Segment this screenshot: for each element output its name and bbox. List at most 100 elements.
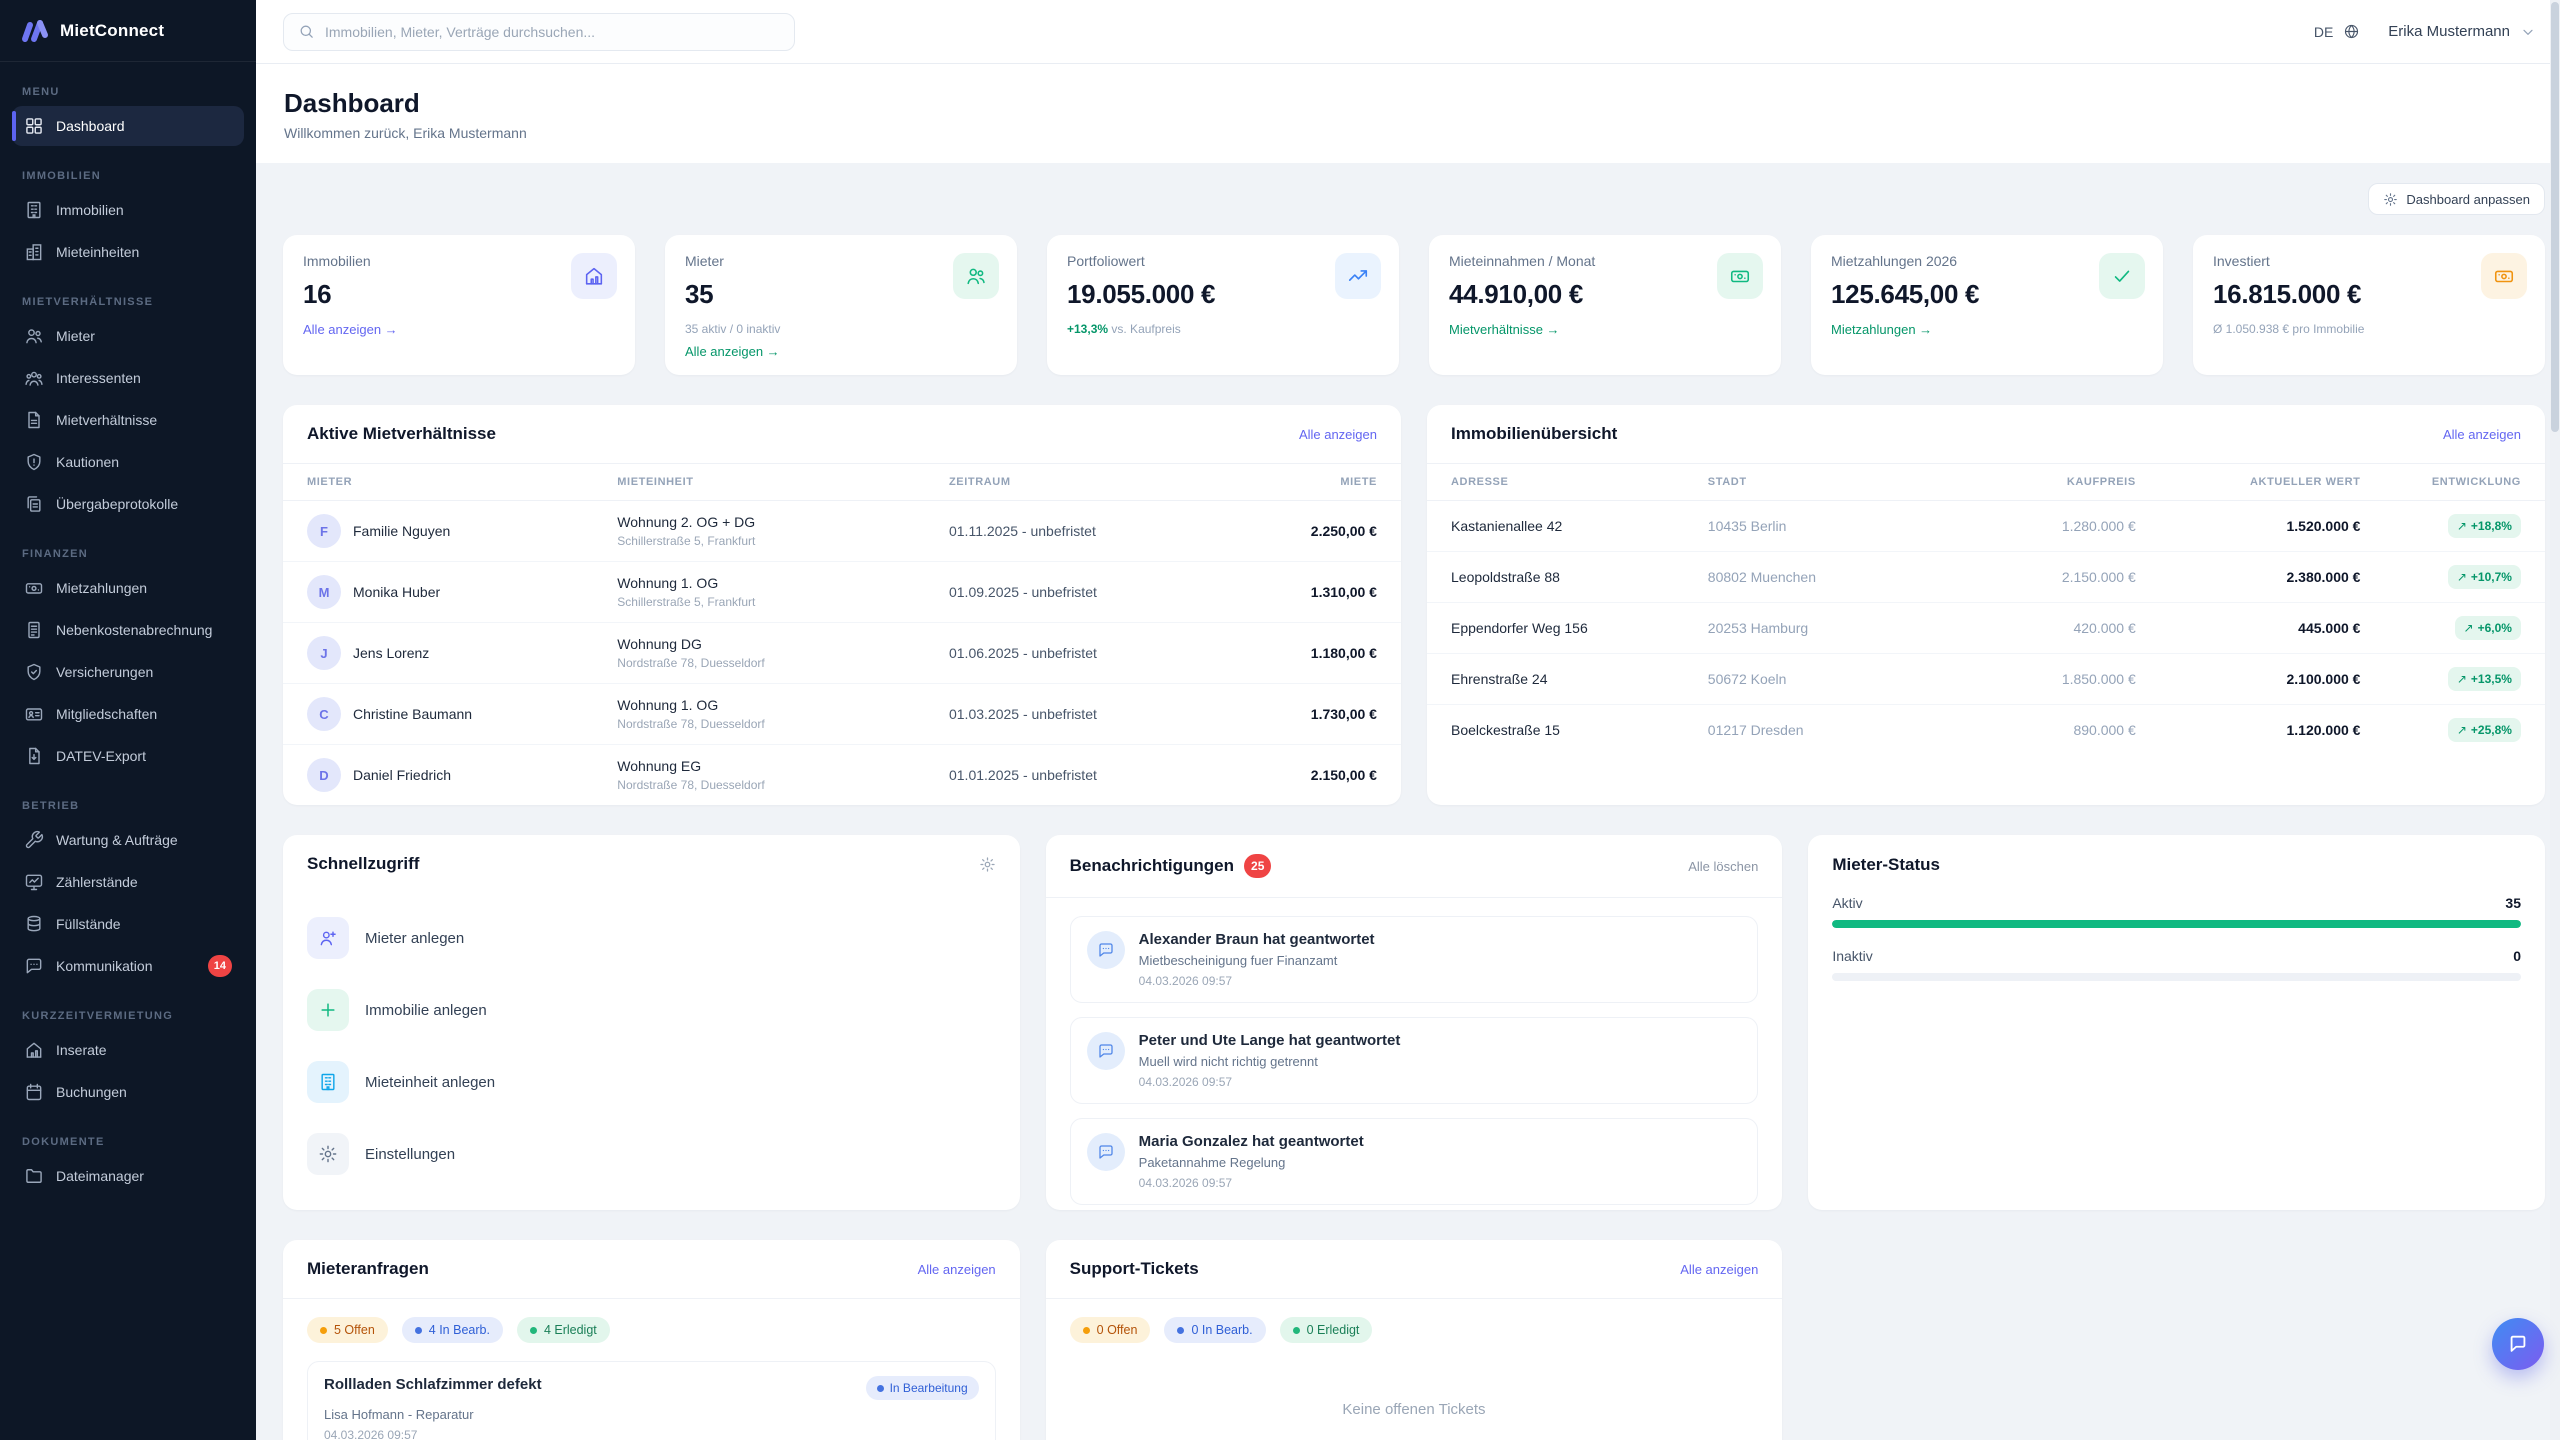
card-title: Immobilienübersicht — [1451, 424, 1617, 444]
stat-link[interactable]: Mietverhältnisse → — [1449, 322, 1761, 337]
sidebar-item-mietzahlungen[interactable]: Mietzahlungen — [12, 568, 244, 608]
sidebar-item-inserate[interactable]: Inserate — [12, 1030, 244, 1070]
tenant-requests-card: Mieteranfragen Alle anzeigen 5 Offen 4 I… — [283, 1240, 1020, 1440]
sidebar-item-datev-export[interactable]: DATEV-Export — [12, 736, 244, 776]
sidebar-item-versicherungen[interactable]: Versicherungen — [12, 652, 244, 692]
stat-link[interactable]: Mietzahlungen → — [1831, 322, 2143, 337]
buildings-icon — [24, 242, 44, 262]
stat-card-immobilien[interactable]: Immobilien 16 Alle anzeigen → — [283, 235, 635, 375]
table-row[interactable]: Boelckestraße 15 01217 Dresden 890.000 €… — [1427, 705, 2545, 755]
status-dot — [530, 1327, 537, 1334]
user-menu-name[interactable]: Erika Mustermann — [2388, 23, 2510, 40]
notification-item[interactable]: Maria Gonzalez hat geantwortet Paketanna… — [1070, 1118, 1759, 1205]
sidebar-item-label: Dashboard — [56, 118, 125, 134]
sidebar-item-dashboard[interactable]: Dashboard — [12, 106, 244, 146]
table-header-row: MIETER MIETEINHEIT ZEITRAUM MIETE — [283, 464, 1401, 501]
section-label-menu: MENU — [22, 86, 234, 98]
sidebar-item-dateimanager[interactable]: Dateimanager — [12, 1156, 244, 1196]
section-label-kurzzeitvermietung: KURZZEITVERMIETUNG — [22, 1010, 234, 1022]
page-title: Dashboard — [284, 88, 2532, 119]
gear-icon[interactable] — [979, 856, 996, 873]
stat-card-portfoliowert[interactable]: Portfoliowert 19.055.000 € +13,3% vs. Ka… — [1047, 235, 1399, 375]
clear-all-link[interactable]: Alle löschen — [1688, 859, 1758, 874]
banknote-icon — [24, 578, 44, 598]
chat-fab-button[interactable] — [2492, 1318, 2544, 1370]
show-all-link[interactable]: Alle anzeigen — [2443, 427, 2521, 442]
request-item[interactable]: Rollladen Schlafzimmer defekt In Bearbei… — [307, 1361, 996, 1440]
table-row[interactable]: CChristine Baumann Wohnung 1. OGNordstra… — [283, 684, 1401, 745]
customize-dashboard-button[interactable]: Dashboard anpassen — [2368, 183, 2545, 215]
table-header-row: ADRESSE STADT KAUFPREIS AKTUELLER WERT E… — [1427, 464, 2545, 501]
status-pill-offen: 0 Offen — [1070, 1317, 1151, 1343]
chevron-down-icon[interactable] — [2520, 24, 2536, 40]
quick-action-mieteinheit-anlegen[interactable]: Mieteinheit anlegen — [307, 1051, 996, 1113]
stat-card-investiert[interactable]: Investiert 16.815.000 € Ø 1.050.938 € pr… — [2193, 235, 2545, 375]
sidebar-item-nebenkostenabrechnung[interactable]: Nebenkostenabrechnung — [12, 610, 244, 650]
support-tickets-header: Support-Tickets Alle anzeigen — [1046, 1240, 1783, 1299]
sidebar-item-buchungen[interactable]: Buchungen — [12, 1072, 244, 1112]
customize-dashboard-label: Dashboard anpassen — [2406, 192, 2530, 207]
scrollbar[interactable] — [2550, 0, 2560, 1440]
card-title: Aktive Mietverhältnisse — [307, 424, 496, 444]
kommunikation-count-badge: 14 — [208, 955, 232, 977]
sidebar-item-mitgliedschaften[interactable]: Mitgliedschaften — [12, 694, 244, 734]
meter-chart-icon — [24, 872, 44, 892]
table-row[interactable]: MMonika Huber Wohnung 1. OGSchillerstraß… — [283, 562, 1401, 623]
notification-timestamp: 04.03.2026 09:57 — [1139, 974, 1375, 988]
sidebar-item-wartung-auftraege[interactable]: Wartung & Aufträge — [12, 820, 244, 860]
notification-item[interactable]: Alexander Braun hat geantwortet Mietbesc… — [1070, 916, 1759, 1003]
wrench-icon — [24, 830, 44, 850]
section-label-immobilien: IMMOBILIEN — [22, 170, 234, 182]
col-mieter: MIETER — [307, 476, 617, 488]
global-search[interactable] — [283, 13, 795, 51]
sidebar-item-mieteinheiten[interactable]: Mieteinheiten — [12, 232, 244, 272]
quick-action-einstellungen[interactable]: Einstellungen — [307, 1123, 996, 1185]
show-all-link[interactable]: Alle anzeigen — [1680, 1262, 1758, 1277]
quick-action-immobilie-anlegen[interactable]: Immobilie anlegen — [307, 979, 996, 1041]
empty-grid-cell — [1808, 1240, 2545, 1440]
sidebar-item-zaehlerstaende[interactable]: Zählerstände — [12, 862, 244, 902]
notification-item[interactable]: Peter und Ute Lange hat geantwortet Muel… — [1070, 1017, 1759, 1104]
table-row[interactable]: DDaniel Friedrich Wohnung EGNordstraße 7… — [283, 745, 1401, 805]
search-input[interactable] — [325, 24, 780, 40]
sidebar-item-fuellstaende[interactable]: Füllstände — [12, 904, 244, 944]
notifications-list: Alexander Braun hat geantwortet Mietbesc… — [1046, 898, 1783, 1223]
scrollbar-thumb[interactable] — [2551, 2, 2559, 432]
notification-subtitle: Mietbescheinigung fuer Finanzamt — [1139, 953, 1375, 968]
stat-delta: +13,3% — [1067, 322, 1108, 336]
stat-value: 16 — [303, 279, 615, 310]
trend-badge: +10,7% — [2448, 565, 2521, 589]
stat-link[interactable]: Alle anzeigen → — [685, 344, 997, 359]
stat-card-mieteinnahmen[interactable]: Mieteinnahmen / Monat 44.910,00 € Mietve… — [1429, 235, 1781, 375]
sidebar-item-mieter[interactable]: Mieter — [12, 316, 244, 356]
stat-card-mieter[interactable]: Mieter 35 35 aktiv / 0 inaktiv Alle anze… — [665, 235, 1017, 375]
show-all-link[interactable]: Alle anzeigen — [1299, 427, 1377, 442]
stat-card-mietzahlungen-2026[interactable]: Mietzahlungen 2026 125.645,00 € Mietzahl… — [1811, 235, 2163, 375]
language-label[interactable]: DE — [2314, 24, 2333, 40]
table-row[interactable]: Kastanienallee 42 10435 Berlin 1.280.000… — [1427, 501, 2545, 552]
notification-timestamp: 04.03.2026 09:57 — [1139, 1075, 1401, 1089]
quick-action-mieter-anlegen[interactable]: Mieter anlegen — [307, 907, 996, 969]
show-all-link[interactable]: Alle anzeigen — [918, 1262, 996, 1277]
notification-title: Maria Gonzalez hat geantwortet — [1139, 1133, 1364, 1150]
widgets-row: Schnellzugriff Mieter anlegen Immobilie … — [283, 835, 2545, 1210]
sidebar: MietConnect MENU Dashboard IMMOBILIEN Im… — [0, 0, 256, 1440]
status-row-aktiv: Aktiv 35 — [1832, 895, 2521, 911]
sidebar-item-kommunikation[interactable]: Kommunikation 14 — [12, 946, 244, 986]
stat-label: Mieteinnahmen / Monat — [1449, 253, 1761, 269]
table-row[interactable]: JJens Lorenz Wohnung DGNordstraße 78, Du… — [283, 623, 1401, 684]
house-listing-icon — [24, 1040, 44, 1060]
table-row[interactable]: FFamilie Nguyen Wohnung 2. OG + DGSchill… — [283, 501, 1401, 562]
table-row[interactable]: Eppendorfer Weg 156 20253 Hamburg 420.00… — [1427, 603, 2545, 654]
table-row[interactable]: Ehrenstraße 24 50672 Koeln 1.850.000 € 2… — [1427, 654, 2545, 705]
sidebar-item-uebergabeprotokolle[interactable]: Übergabeprotokolle — [12, 484, 244, 524]
sidebar-item-kautionen[interactable]: Kautionen — [12, 442, 244, 482]
section-label-betrieb: BETRIEB — [22, 800, 234, 812]
sidebar-item-interessenten[interactable]: Interessenten — [12, 358, 244, 398]
stat-link[interactable]: Alle anzeigen → — [303, 322, 615, 337]
table-row[interactable]: Leopoldstraße 88 80802 Muenchen 2.150.00… — [1427, 552, 2545, 603]
globe-icon[interactable] — [2343, 23, 2360, 40]
sidebar-item-mietverhaeltnisse[interactable]: Mietverhältnisse — [12, 400, 244, 440]
chat-bubble-icon — [24, 956, 44, 976]
sidebar-item-immobilien[interactable]: Immobilien — [12, 190, 244, 230]
